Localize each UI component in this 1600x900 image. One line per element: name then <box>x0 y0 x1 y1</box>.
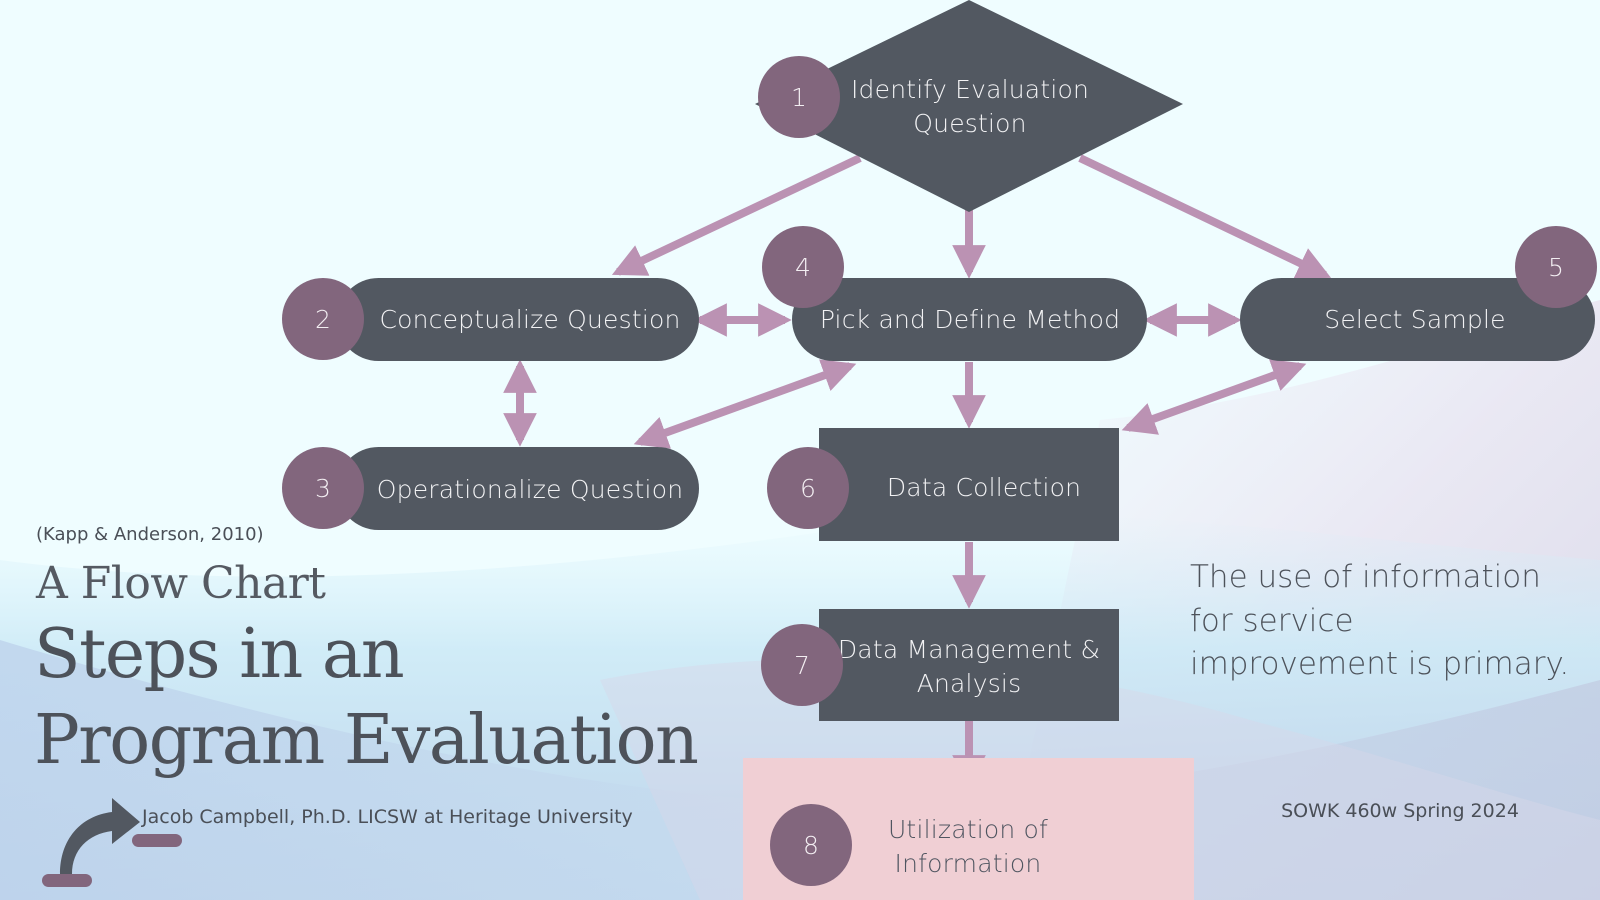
node-7-label: Data Management & Analysis <box>837 635 1101 698</box>
course-label: SOWK 460w Spring 2024 <box>1281 800 1519 822</box>
author-credit: Jacob Campbell, Ph.D. LICSW at Heritage … <box>142 806 633 828</box>
side-note: The use of information for service impro… <box>1190 559 1570 682</box>
slide-subtitle: A Flow Chart <box>36 558 326 609</box>
step-badge-6: 6 <box>767 447 849 529</box>
arrow-4-3 <box>633 359 857 449</box>
arrow-5-6 <box>1121 359 1307 435</box>
node-1-label: Identify Evaluation Question <box>850 75 1090 138</box>
slide-title-line-1: Steps in an <box>34 615 405 694</box>
step-badge-3: 3 <box>282 447 364 529</box>
step-badge-2: 2 <box>282 278 364 360</box>
node-6-label: Data Collection <box>886 473 1082 502</box>
citation: (Kapp & Anderson, 2010) <box>36 524 264 545</box>
node-2-label: Conceptualize Question <box>379 305 681 334</box>
step-badge-7: 7 <box>761 624 843 706</box>
node-8-label: Utilization of Information <box>887 815 1049 878</box>
node-5-label: Select Sample <box>1324 305 1506 334</box>
node-3-label: Operationalize Question <box>376 475 684 504</box>
curved-arrow-step-icon <box>40 790 190 890</box>
arrow-1-to-5 <box>1078 154 1332 279</box>
step-badge-8: 8 <box>770 804 852 886</box>
step-badge-5: 5 <box>1515 226 1597 308</box>
step-badge-4: 4 <box>762 226 844 308</box>
node-4-label: Pick and Define Method <box>819 305 1121 334</box>
step-badge-1: 1 <box>758 56 840 138</box>
slide-title-line-2: Program Evaluation <box>34 701 699 780</box>
slide-title: Steps in an Program Evaluation <box>34 612 699 784</box>
